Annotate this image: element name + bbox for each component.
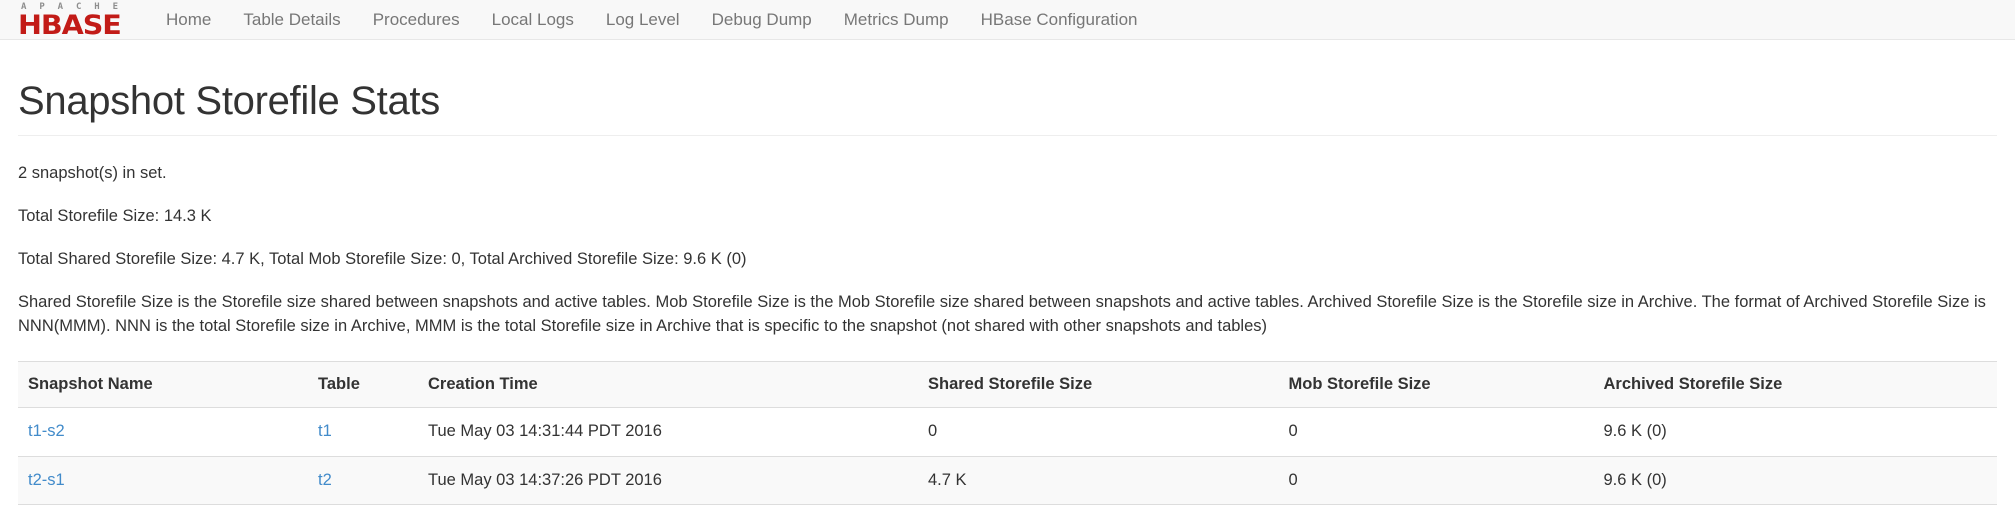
snapshot-link[interactable]: t2-s1 [28,471,65,489]
column-header-archived-storefile-size[interactable]: Archived Storefile Size [1594,361,1998,408]
column-header-table[interactable]: Table [308,361,418,408]
page-header: Snapshot Storefile Stats [18,79,1997,136]
snapshot-count-text: 2 snapshot(s) in set. [18,162,1997,186]
nav-item-table-details[interactable]: Table Details [227,0,356,39]
hbase-logo[interactable]: A P A C H E HBASE [18,0,130,39]
nav-item-metrics-dump[interactable]: Metrics Dump [828,0,965,39]
column-header-creation-time[interactable]: Creation Time [418,361,918,408]
column-header-snapshot-name[interactable]: Snapshot Name [18,361,308,408]
cell-table: t1 [308,408,418,457]
cell-archived-storefile-size: 9.6 K (0) [1594,456,1998,505]
navbar: A P A C H E HBASE Home Table Details Pro… [0,0,2015,40]
description-text: Shared Storefile Size is the Storefile s… [18,291,1997,339]
table-header: Snapshot Name Table Creation Time Shared… [18,361,1997,408]
cell-snapshot-name: t2-s1 [18,456,308,505]
nav-item-log-level[interactable]: Log Level [590,0,696,39]
hbase-wordmark: HBASE [18,13,126,38]
cell-shared-storefile-size: 4.7 K [918,456,1279,505]
cell-shared-storefile-size: 0 [918,408,1279,457]
main-navigation: Home Table Details Procedures Local Logs… [150,0,1154,39]
page-title: Snapshot Storefile Stats [18,79,1997,123]
cell-mob-storefile-size: 0 [1279,408,1594,457]
total-storefile-size-text: Total Storefile Size: 14.3 K [18,205,1997,229]
cell-mob-storefile-size: 0 [1279,456,1594,505]
table-link[interactable]: t1 [318,422,332,440]
cell-creation-time: Tue May 03 14:31:44 PDT 2016 [418,408,918,457]
cell-snapshot-name: t1-s2 [18,408,308,457]
cell-archived-storefile-size: 9.6 K (0) [1594,408,1998,457]
table-header-row: Snapshot Name Table Creation Time Shared… [18,361,1997,408]
cell-creation-time: Tue May 03 14:37:26 PDT 2016 [418,456,918,505]
table-row: t2-s1 t2 Tue May 03 14:37:26 PDT 2016 4.… [18,456,1997,505]
table-row: t1-s2 t1 Tue May 03 14:31:44 PDT 2016 0 … [18,408,1997,457]
column-header-mob-storefile-size[interactable]: Mob Storefile Size [1279,361,1594,408]
page-container: Snapshot Storefile Stats 2 snapshot(s) i… [0,79,2015,505]
nav-item-home[interactable]: Home [150,0,227,39]
nav-item-debug-dump[interactable]: Debug Dump [696,0,828,39]
nav-item-local-logs[interactable]: Local Logs [476,0,590,39]
column-header-shared-storefile-size[interactable]: Shared Storefile Size [918,361,1279,408]
snapshot-storefile-stats-table: Snapshot Name Table Creation Time Shared… [18,361,1997,505]
table-link[interactable]: t2 [318,471,332,489]
nav-item-procedures[interactable]: Procedures [357,0,476,39]
snapshot-link[interactable]: t1-s2 [28,422,65,440]
cell-table: t2 [308,456,418,505]
nav-item-hbase-configuration[interactable]: HBase Configuration [965,0,1154,39]
totals-breakdown-text: Total Shared Storefile Size: 4.7 K, Tota… [18,248,1997,272]
table-body: t1-s2 t1 Tue May 03 14:31:44 PDT 2016 0 … [18,408,1997,505]
